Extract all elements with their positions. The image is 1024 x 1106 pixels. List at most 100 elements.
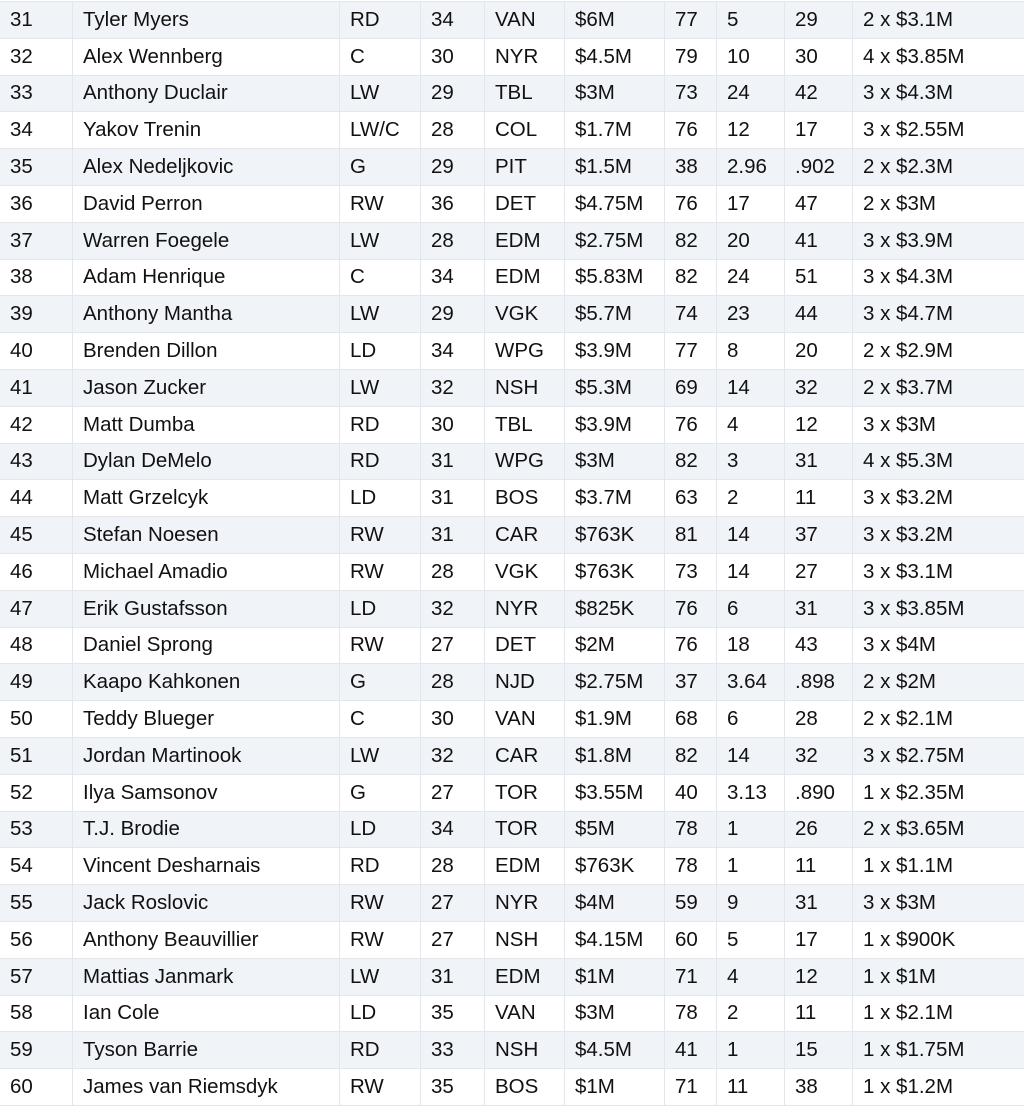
cell-games-played: 69	[665, 369, 717, 406]
cell-cap-hit: $2.75M	[565, 664, 665, 701]
cell-goals-or-gaa: 3.13	[717, 774, 785, 811]
cell-position: RD	[340, 406, 421, 443]
cell-projected-contract: 2 x $3.7M	[853, 369, 1024, 406]
cell-games-played: 68	[665, 701, 717, 738]
cell-position: RD	[340, 848, 421, 885]
cell-projected-contract: 2 x $3M	[853, 185, 1024, 222]
cell-player: Dylan DeMelo	[73, 443, 340, 480]
cell-points-or-sv-pct: 17	[785, 112, 853, 149]
cell-games-played: 82	[665, 259, 717, 296]
cell-goals-or-gaa: 5	[717, 2, 785, 39]
cell-cap-hit: $1M	[565, 958, 665, 995]
cell-goals-or-gaa: 5	[717, 921, 785, 958]
cell-team: VGK	[485, 553, 565, 590]
cell-cap-hit: $5M	[565, 811, 665, 848]
cell-projected-contract: 3 x $3M	[853, 406, 1024, 443]
cell-player: Tyler Myers	[73, 2, 340, 39]
cell-games-played: 73	[665, 75, 717, 112]
cell-team: BOS	[485, 480, 565, 517]
cell-projected-contract: 3 x $3.1M	[853, 553, 1024, 590]
cell-player: Erik Gustafsson	[73, 590, 340, 627]
table-row: 39Anthony ManthaLW29VGK$5.7M7423443 x $4…	[0, 296, 1024, 333]
cell-points-or-sv-pct: 38	[785, 1069, 853, 1106]
cell-projected-contract: 1 x $1M	[853, 958, 1024, 995]
cell-projected-contract: 1 x $1.75M	[853, 1032, 1024, 1069]
cell-position: G	[340, 664, 421, 701]
cell-projected-contract: 3 x $3.85M	[853, 590, 1024, 627]
cell-projected-contract: 2 x $2.9M	[853, 333, 1024, 370]
table-row: 48Daniel SprongRW27DET$2M7618433 x $4M	[0, 627, 1024, 664]
cell-team: VGK	[485, 296, 565, 333]
cell-projected-contract: 3 x $3M	[853, 885, 1024, 922]
cell-team: EDM	[485, 259, 565, 296]
cell-rank: 49	[0, 664, 73, 701]
cell-team: PIT	[485, 149, 565, 186]
cell-age: 35	[421, 1069, 485, 1106]
cell-player: Tyson Barrie	[73, 1032, 340, 1069]
cell-points-or-sv-pct: 42	[785, 75, 853, 112]
cell-games-played: 71	[665, 1069, 717, 1106]
cell-rank: 34	[0, 112, 73, 149]
table-row: 35Alex NedeljkovicG29PIT$1.5M382.96.9022…	[0, 149, 1024, 186]
cell-games-played: 81	[665, 517, 717, 554]
cell-goals-or-gaa: 1	[717, 1032, 785, 1069]
cell-cap-hit: $1.5M	[565, 149, 665, 186]
table-row: 50Teddy BluegerC30VAN$1.9M686282 x $2.1M	[0, 701, 1024, 738]
cell-position: LW	[340, 958, 421, 995]
cell-projected-contract: 3 x $4.7M	[853, 296, 1024, 333]
cell-position: LD	[340, 995, 421, 1032]
cell-projected-contract: 3 x $3.9M	[853, 222, 1024, 259]
cell-age: 27	[421, 627, 485, 664]
cell-cap-hit: $1.8M	[565, 737, 665, 774]
cell-position: LD	[340, 333, 421, 370]
cell-team: NYR	[485, 885, 565, 922]
cell-cap-hit: $4.75M	[565, 185, 665, 222]
cell-points-or-sv-pct: 27	[785, 553, 853, 590]
cell-games-played: 76	[665, 590, 717, 627]
cell-rank: 57	[0, 958, 73, 995]
table-row: 32Alex WennbergC30NYR$4.5M7910304 x $3.8…	[0, 38, 1024, 75]
cell-games-played: 38	[665, 149, 717, 186]
cell-points-or-sv-pct: 28	[785, 701, 853, 738]
table-row: 51Jordan MartinookLW32CAR$1.8M8214323 x …	[0, 737, 1024, 774]
cell-player: Ian Cole	[73, 995, 340, 1032]
cell-player: Brenden Dillon	[73, 333, 340, 370]
cell-points-or-sv-pct: 17	[785, 921, 853, 958]
cell-player: Anthony Duclair	[73, 75, 340, 112]
cell-points-or-sv-pct: 43	[785, 627, 853, 664]
cell-position: RD	[340, 2, 421, 39]
cell-cap-hit: $3.55M	[565, 774, 665, 811]
cell-games-played: 78	[665, 811, 717, 848]
cell-points-or-sv-pct: 44	[785, 296, 853, 333]
cell-position: C	[340, 38, 421, 75]
cell-cap-hit: $4.5M	[565, 38, 665, 75]
table-row: 59Tyson BarrieRD33NSH$4.5M411151 x $1.75…	[0, 1032, 1024, 1069]
cell-age: 31	[421, 958, 485, 995]
cell-player: James van Riemsdyk	[73, 1069, 340, 1106]
cell-points-or-sv-pct: .890	[785, 774, 853, 811]
table-row: 33Anthony DuclairLW29TBL$3M7324423 x $4.…	[0, 75, 1024, 112]
cell-games-played: 78	[665, 848, 717, 885]
cell-rank: 52	[0, 774, 73, 811]
cell-team: COL	[485, 112, 565, 149]
cell-rank: 38	[0, 259, 73, 296]
cell-age: 27	[421, 921, 485, 958]
cell-team: DET	[485, 627, 565, 664]
cell-goals-or-gaa: 3.64	[717, 664, 785, 701]
cell-projected-contract: 1 x $1.2M	[853, 1069, 1024, 1106]
cell-points-or-sv-pct: 30	[785, 38, 853, 75]
table-row: 46Michael AmadioRW28VGK$763K7314273 x $3…	[0, 553, 1024, 590]
cell-position: C	[340, 259, 421, 296]
cell-player: Kaapo Kahkonen	[73, 664, 340, 701]
cell-age: 29	[421, 149, 485, 186]
cell-points-or-sv-pct: 11	[785, 848, 853, 885]
cell-age: 29	[421, 75, 485, 112]
cell-points-or-sv-pct: 12	[785, 406, 853, 443]
cell-games-played: 59	[665, 885, 717, 922]
cell-points-or-sv-pct: 37	[785, 517, 853, 554]
cell-position: G	[340, 774, 421, 811]
cell-goals-or-gaa: 14	[717, 553, 785, 590]
cell-games-played: 82	[665, 222, 717, 259]
cell-games-played: 74	[665, 296, 717, 333]
cell-goals-or-gaa: 24	[717, 75, 785, 112]
